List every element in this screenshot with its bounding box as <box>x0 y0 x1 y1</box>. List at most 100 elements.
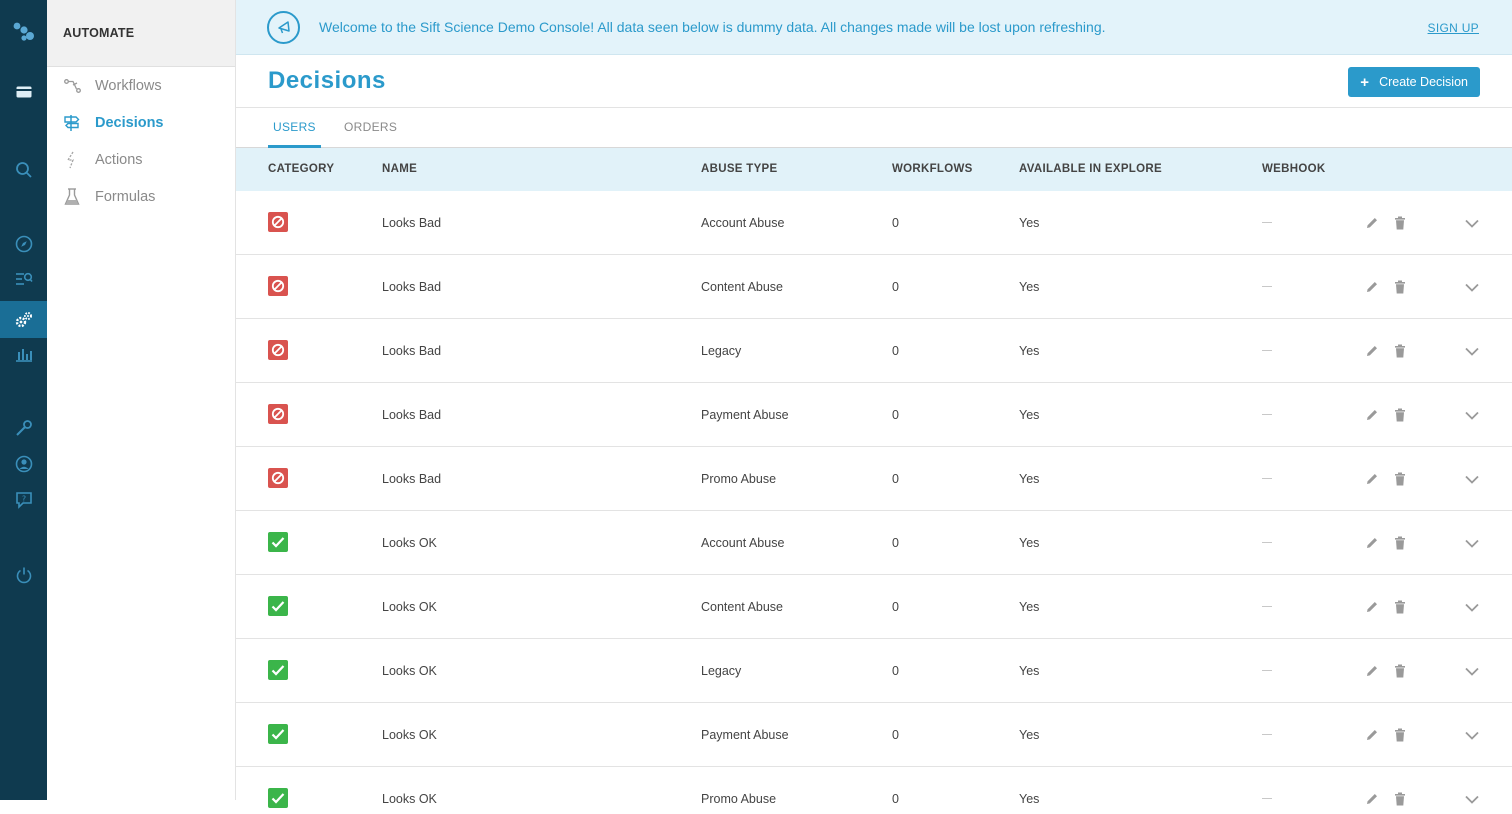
workflows-count: 0 <box>892 792 899 806</box>
user-circle-icon[interactable] <box>0 446 47 482</box>
column-header-name[interactable]: NAME <box>382 163 417 175</box>
workflows-count: 0 <box>892 728 899 742</box>
delete-trash-icon[interactable] <box>1392 215 1408 231</box>
webhook-empty-dash <box>1262 478 1272 479</box>
table-row[interactable]: Looks Bad Account Abuse 0 Yes <box>236 191 1512 255</box>
chevron-down-icon[interactable] <box>1464 471 1480 487</box>
workflows-count: 0 <box>892 536 899 550</box>
available-in-explore: Yes <box>1019 600 1040 614</box>
column-header-category[interactable]: CATEGORY <box>268 163 334 175</box>
table-row[interactable]: Looks OK Account Abuse 0 Yes <box>236 511 1512 575</box>
workflows-count: 0 <box>892 344 899 358</box>
subnav-item-formulas[interactable]: Formulas <box>47 178 235 215</box>
sign-up-link[interactable]: SIGN UP <box>1428 21 1479 35</box>
delete-trash-icon[interactable] <box>1392 599 1408 615</box>
workflows-count: 0 <box>892 600 899 614</box>
edit-pencil-icon[interactable] <box>1364 727 1380 743</box>
edit-pencil-icon[interactable] <box>1364 663 1380 679</box>
column-header-available-in-explore[interactable]: AVAILABLE IN EXPLORE <box>1019 163 1162 175</box>
workflows-count: 0 <box>892 216 899 230</box>
tab-bar: USERS ORDERS <box>236 108 1512 148</box>
decision-name: Looks Bad <box>382 216 442 230</box>
table-row[interactable]: Looks OK Content Abuse 0 Yes <box>236 575 1512 639</box>
available-in-explore: Yes <box>1019 664 1040 678</box>
table-header: CATEGORY NAME ABUSE TYPE WORKFLOWS AVAIL… <box>236 148 1512 191</box>
wrench-icon[interactable] <box>0 410 47 446</box>
table-row[interactable]: Looks Bad Content Abuse 0 Yes <box>236 255 1512 319</box>
chevron-down-icon[interactable] <box>1464 215 1480 231</box>
workflows-count: 0 <box>892 280 899 294</box>
edit-pencil-icon[interactable] <box>1364 471 1380 487</box>
tab-users[interactable]: USERS <box>268 120 321 148</box>
looks-bad-block-icon <box>268 468 288 488</box>
chevron-down-icon[interactable] <box>1464 599 1480 615</box>
chevron-down-icon[interactable] <box>1464 343 1480 359</box>
delete-trash-icon[interactable] <box>1392 407 1408 423</box>
column-header-abuse-type[interactable]: ABUSE TYPE <box>701 163 778 175</box>
table-row[interactable]: Looks OK Promo Abuse 0 Yes <box>236 767 1512 814</box>
webhook-empty-dash <box>1262 606 1272 607</box>
subnav-item-label: Workflows <box>95 77 162 94</box>
search-icon[interactable] <box>0 152 47 188</box>
table-row[interactable]: Looks Bad Payment Abuse 0 Yes <box>236 383 1512 447</box>
subnav-item-label: Decisions <box>95 114 164 131</box>
abuse-type: Legacy <box>701 664 742 678</box>
chevron-down-icon[interactable] <box>1464 791 1480 807</box>
chevron-down-icon[interactable] <box>1464 279 1480 295</box>
available-in-explore: Yes <box>1019 472 1040 486</box>
page-header: Decisions + Create Decision <box>236 55 1512 108</box>
abuse-type: Content Abuse <box>701 280 784 294</box>
card-icon[interactable] <box>0 74 47 110</box>
edit-pencil-icon[interactable] <box>1364 279 1380 295</box>
column-header-workflows[interactable]: WORKFLOWS <box>892 163 973 175</box>
plus-icon: + <box>1360 73 1370 91</box>
edit-pencil-icon[interactable] <box>1364 215 1380 231</box>
column-header-webhook[interactable]: WEBHOOK <box>1262 163 1325 175</box>
automate-subnav: AUTOMATE Workflows Decisions Actions For… <box>47 0 236 800</box>
delete-trash-icon[interactable] <box>1392 471 1408 487</box>
create-decision-button[interactable]: + Create Decision <box>1348 67 1480 97</box>
looks-bad-block-icon <box>268 212 288 232</box>
workflows-count: 0 <box>892 664 899 678</box>
webhook-empty-dash <box>1262 286 1272 287</box>
table-row[interactable]: Looks OK Legacy 0 Yes <box>236 639 1512 703</box>
chevron-down-icon[interactable] <box>1464 535 1480 551</box>
delete-trash-icon[interactable] <box>1392 727 1408 743</box>
delete-trash-icon[interactable] <box>1392 791 1408 807</box>
table-row[interactable]: Looks Bad Promo Abuse 0 Yes <box>236 447 1512 511</box>
edit-pencil-icon[interactable] <box>1364 343 1380 359</box>
power-icon[interactable] <box>0 557 47 593</box>
svg-text:?: ? <box>21 495 25 504</box>
delete-trash-icon[interactable] <box>1392 663 1408 679</box>
list-search-icon[interactable] <box>0 262 47 298</box>
subnav-item-actions[interactable]: Actions <box>47 141 235 178</box>
table-row[interactable]: Looks OK Payment Abuse 0 Yes <box>236 703 1512 767</box>
available-in-explore: Yes <box>1019 792 1040 806</box>
chevron-down-icon[interactable] <box>1464 407 1480 423</box>
edit-pencil-icon[interactable] <box>1364 599 1380 615</box>
edit-pencil-icon[interactable] <box>1364 535 1380 551</box>
compass-icon[interactable] <box>0 226 47 262</box>
table-row[interactable]: Looks Bad Legacy 0 Yes <box>236 319 1512 383</box>
delete-trash-icon[interactable] <box>1392 343 1408 359</box>
subnav-item-decisions[interactable]: Decisions <box>47 104 235 141</box>
abuse-type: Promo Abuse <box>701 472 777 486</box>
subnav-item-label: Formulas <box>95 188 156 205</box>
delete-trash-icon[interactable] <box>1392 279 1408 295</box>
delete-trash-icon[interactable] <box>1392 535 1408 551</box>
edit-pencil-icon[interactable] <box>1364 791 1380 807</box>
decision-name: Looks OK <box>382 792 437 806</box>
webhook-empty-dash <box>1262 670 1272 671</box>
chevron-down-icon[interactable] <box>1464 663 1480 679</box>
tab-orders[interactable]: ORDERS <box>344 120 397 148</box>
chevron-down-icon[interactable] <box>1464 727 1480 743</box>
settings-gears-icon[interactable] <box>0 301 47 338</box>
page-title: Decisions <box>268 67 386 94</box>
logo-icon[interactable] <box>0 14 47 50</box>
edit-pencil-icon[interactable] <box>1364 407 1380 423</box>
decision-name: Looks Bad <box>382 472 442 486</box>
subnav-item-workflows[interactable]: Workflows <box>47 67 235 104</box>
help-chat-icon[interactable]: ? <box>0 482 47 518</box>
table-body: Looks Bad Account Abuse 0 Yes Looks Bad … <box>236 191 1512 814</box>
bar-chart-icon[interactable] <box>0 336 47 372</box>
